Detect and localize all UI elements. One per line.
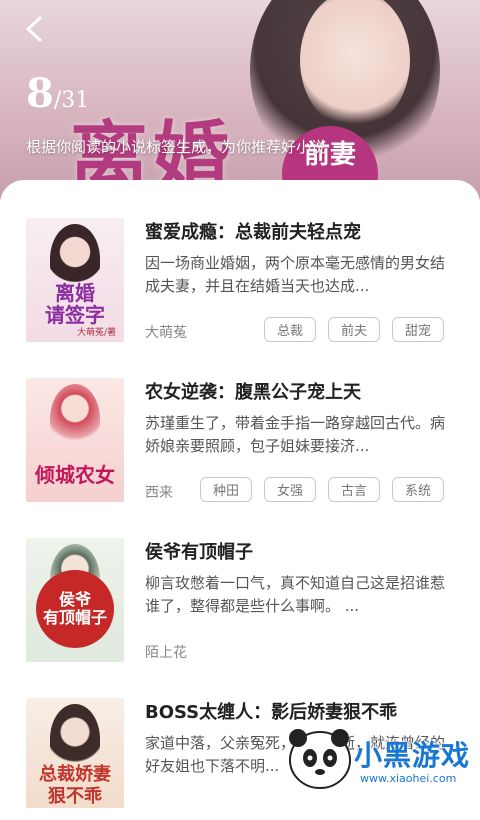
cover-title: 侯爷 有顶帽子 bbox=[36, 570, 114, 648]
tag[interactable]: 甜宠 bbox=[391, 317, 444, 342]
recommendation-subtitle: 根据你阅读的小说标签生成，为你推荐好小说 bbox=[26, 138, 327, 156]
site-watermark: 小黑游戏 www.xiaohei.com bbox=[282, 726, 472, 792]
book-title[interactable]: 农女逆袭：腹黑公子宠上天 bbox=[145, 378, 361, 404]
cover-title: 总裁娇妻 狠不乖 bbox=[39, 764, 111, 807]
watermark-text: 小黑游戏 bbox=[354, 739, 471, 772]
book-title[interactable]: 蜜爱成瘾：总裁前夫轻点宠 bbox=[145, 218, 361, 244]
tag[interactable]: 古言 bbox=[327, 477, 380, 502]
book-item[interactable]: 侯爷 有顶帽子 侯爷有顶帽子 柳言玫憋着一口气，真不知道自己这是招谁惹谁了，整得… bbox=[0, 500, 480, 662]
cover-author: 大萌菟/著 bbox=[76, 328, 116, 338]
counter-current: 8 bbox=[26, 70, 54, 117]
book-list-panel: 离婚 请签字 大萌菟/著 蜜爱成瘾：总裁前夫轻点宠 因一场商业婚姻，两个原本毫无… bbox=[0, 180, 480, 808]
book-title[interactable]: BOSS太缠人：影后娇妻狠不乖 bbox=[145, 698, 397, 724]
tag[interactable]: 前夫 bbox=[327, 317, 380, 342]
book-author: 陌上花 bbox=[145, 645, 187, 661]
tag-list: 总裁 前夫 甜宠 bbox=[263, 317, 444, 342]
book-cover[interactable]: 离婚 请签字 大萌菟/著 bbox=[26, 218, 124, 342]
book-item[interactable]: 倾城农女 农女逆袭：腹黑公子宠上天 苏瑾重生了，带着金手指一路穿越回古代。病娇娘… bbox=[0, 340, 480, 502]
chevron-left-icon bbox=[26, 16, 42, 42]
book-item[interactable]: 离婚 请签字 大萌菟/著 蜜爱成瘾：总裁前夫轻点宠 因一场商业婚姻，两个原本毫无… bbox=[0, 180, 480, 342]
watermark-url: www.xiaohei.com bbox=[360, 772, 457, 785]
book-description: 因一场商业婚姻，两个原本毫无感情的男女结成夫妻，并且在结婚当天也达成... bbox=[145, 254, 445, 295]
cover-title: 离婚 请签字 bbox=[45, 281, 105, 327]
book-cover[interactable]: 倾城农女 bbox=[26, 378, 124, 502]
counter-total: /31 bbox=[53, 88, 90, 113]
book-author: 西来 bbox=[145, 485, 173, 501]
book-description: 苏瑾重生了，带着金手指一路穿越回古代。病娇娘亲要照顾，包子姐妹要接济... bbox=[145, 414, 445, 455]
tag[interactable]: 系统 bbox=[391, 477, 444, 502]
book-cover[interactable]: 侯爷 有顶帽子 bbox=[26, 538, 124, 662]
cover-figure bbox=[50, 384, 100, 454]
book-cover[interactable]: 总裁娇妻 狠不乖 bbox=[26, 698, 124, 808]
book-description: 柳言玫憋着一口气，真不知道自己这是招谁惹谁了，整得都是些什么事啊。 ... bbox=[145, 574, 445, 615]
tag[interactable]: 总裁 bbox=[263, 317, 316, 342]
cover-title: 倾城农女 bbox=[35, 463, 115, 487]
tag-list: 种田 女强 古言 系统 bbox=[199, 477, 444, 502]
book-author: 大萌菟 bbox=[145, 325, 187, 341]
tag[interactable]: 女强 bbox=[263, 477, 316, 502]
back-button[interactable] bbox=[20, 14, 50, 44]
page-counter: 8/31 bbox=[26, 70, 89, 117]
book-title[interactable]: 侯爷有顶帽子 bbox=[145, 538, 253, 564]
tag[interactable]: 种田 bbox=[199, 477, 252, 502]
